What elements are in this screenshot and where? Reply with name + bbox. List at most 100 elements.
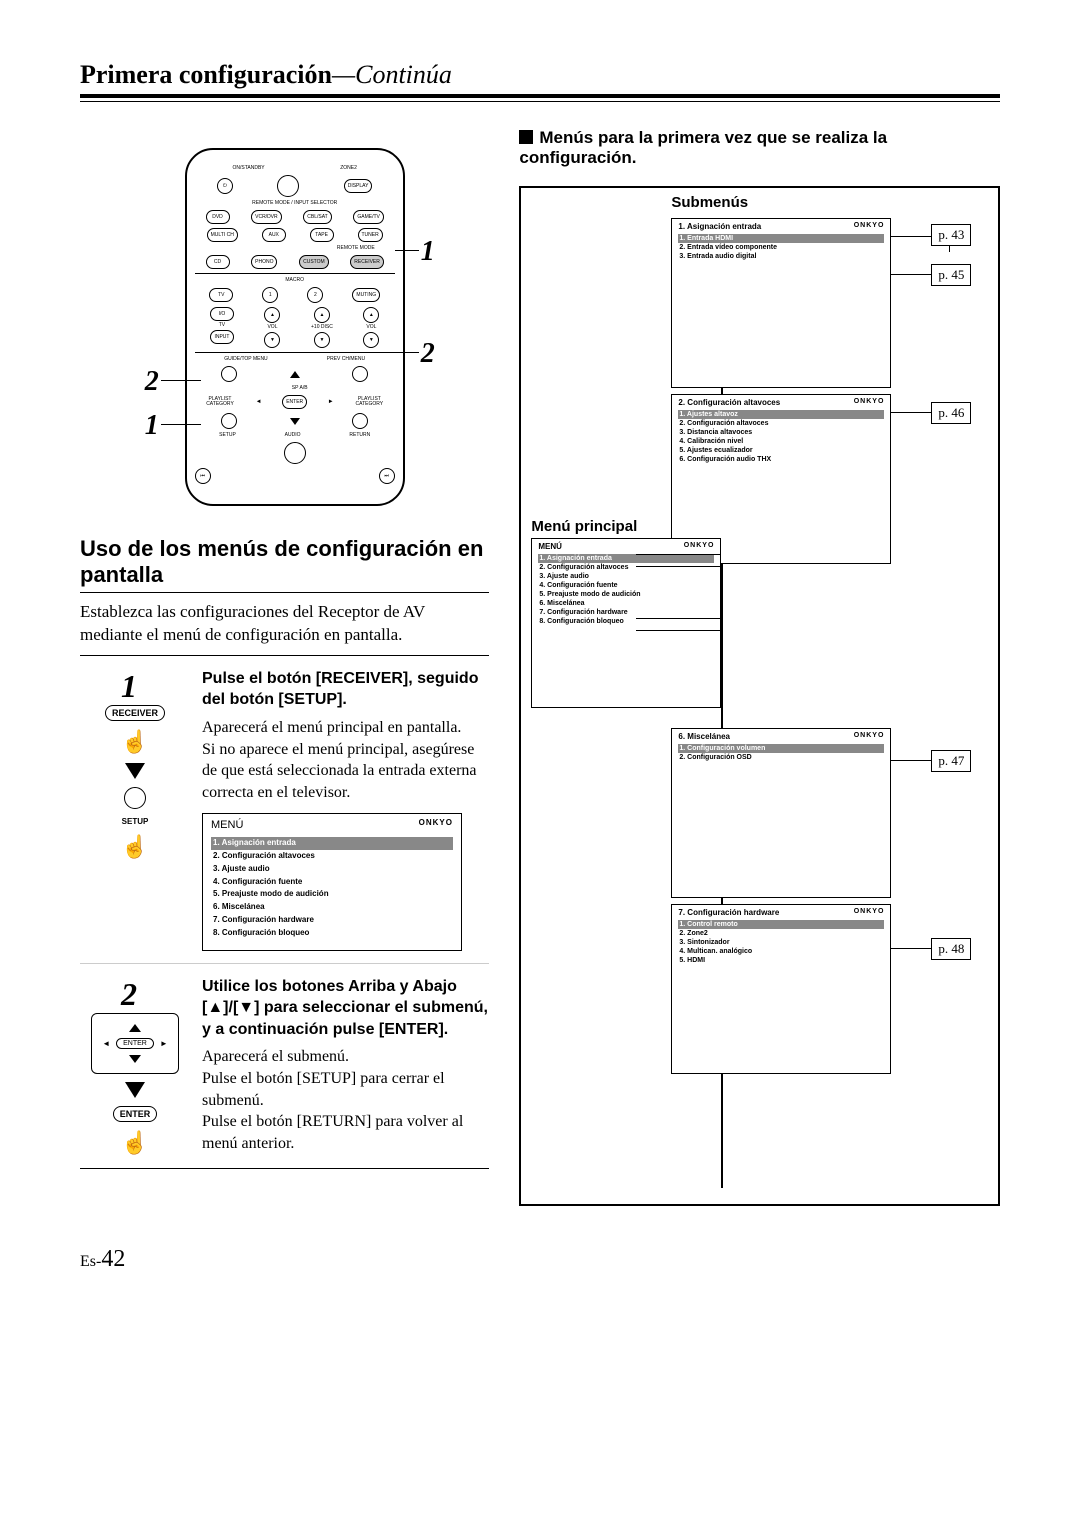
panel-item: 2. Entrada vídeo componente	[678, 243, 884, 252]
footer-prefix: Es-	[80, 1253, 101, 1270]
square-bullet-icon	[519, 130, 533, 144]
btn-muting: MUTING	[352, 288, 380, 302]
menu-item: 8. Configuración bloqueo	[211, 927, 453, 940]
btn-audio	[284, 442, 306, 464]
menu-item: 6. Miscelánea	[211, 901, 453, 914]
menu-list: 1. Asignación entrada 2. Configuración a…	[203, 835, 461, 949]
main-menu-item: 6. Miscelánea	[538, 599, 714, 608]
panel-item: 1. Control remoto	[678, 920, 884, 929]
btn-power: ⏻	[217, 178, 233, 194]
callout-right-1: 1	[421, 236, 435, 268]
arrow-up-icon	[290, 371, 300, 378]
panel-item: 1. Ajustes altavoz	[678, 410, 884, 419]
lbl-zone2: ZONE2	[340, 166, 357, 171]
menu-item: 4. Configuración fuente	[211, 876, 453, 889]
btn-return	[352, 413, 368, 429]
lbl-onstandby: ON/STANDBY	[232, 166, 264, 171]
btn-multi: MULTI CH	[207, 228, 238, 242]
arrow-down-icon	[290, 418, 300, 425]
panel-item: 2. Configuración altavoces	[678, 419, 884, 428]
receiver-pill: RECEIVER	[105, 705, 165, 721]
steps-table: 1 RECEIVER ☝ SETUP ☝ Pulse el botón [REC…	[80, 655, 489, 1169]
menu-logo: ONKYO	[419, 818, 453, 833]
menu-item: 5. Preajuste modo de audición	[211, 888, 453, 901]
step-2-body3: Pulse el botón [RETURN] para volver al m…	[202, 1111, 489, 1154]
btn-display: DISPLAY	[344, 179, 373, 193]
btn-aux: AUX	[262, 228, 286, 242]
btn-next-track: ⏭	[379, 468, 395, 484]
remote-outline: ON/STANDBY ZONE2 ⏻ DISPLAY REMOTE MODE / I…	[185, 148, 405, 506]
step-2: 2 ◄ENTER► ENTER ☝ Utilice los botones Ar…	[80, 964, 489, 1168]
btn-enter: ENTER	[282, 395, 307, 409]
btn-prevch	[352, 366, 368, 382]
left-column: 1 2 2 1 ON/STANDBY ZONE2 ⏻ DISPLAY REMOTE …	[80, 128, 489, 1206]
btn-disc-dn: ▼	[314, 332, 330, 348]
btn-vol-up: ▲	[363, 307, 379, 323]
panel-item: 2. Zone2	[678, 929, 884, 938]
section-title: Uso de los menús de configuración en pan…	[80, 536, 489, 593]
menu-item: 2. Configuración altavoces	[211, 850, 453, 863]
btn-2: 2	[307, 287, 323, 303]
btn-disc-up: ▲	[314, 307, 330, 323]
btn-game: GAME/TV	[353, 210, 384, 224]
main-menu-item: 7. Configuración hardware	[538, 608, 714, 617]
page-title-continued: —Continúa	[332, 60, 452, 89]
lbl-vol2: VOL	[366, 325, 376, 330]
lbl-disc: +10 DISC	[311, 325, 333, 330]
btn-ch-up: ▲	[264, 307, 280, 323]
lbl-guide: GUIDE/TOP MENU	[224, 357, 267, 362]
panel-item: 4. Multican. analógico	[678, 947, 884, 956]
panel-logo: ONKYO	[854, 222, 885, 231]
page-footer: Es-42	[80, 1246, 1000, 1273]
btn-zone2	[277, 175, 299, 197]
lbl-prev: PREV CH/MENU	[327, 357, 365, 362]
btn-tape: TAPE	[310, 228, 334, 242]
btn-ch-dn: ▼	[264, 332, 280, 348]
enter-pill: ENTER	[116, 1038, 154, 1049]
setup-label: SETUP	[122, 817, 149, 826]
btn-tuner: TUNER	[358, 228, 383, 242]
panel-item: 3. Entrada audio digital	[678, 252, 884, 261]
panel-asignacion-entrada: 1. Asignación entradaONKYO 1. Entrada HD…	[671, 218, 891, 388]
panel-logo: ONKYO	[854, 732, 885, 741]
lbl-selector: REMOTE MODE / INPUT SELECTOR	[195, 201, 395, 206]
main-menu-logo: ONKYO	[684, 542, 715, 551]
panel-title: 7. Configuración hardware	[678, 908, 779, 917]
panel-item: 4. Calibración nivel	[678, 437, 884, 446]
step-1-icons: RECEIVER ☝ SETUP ☝	[95, 705, 175, 860]
enter-cluster-icon: ◄ENTER►	[91, 1013, 179, 1074]
panel-item: 1. Configuración volumen	[678, 744, 884, 753]
remote-diagram: 1 2 2 1 ON/STANDBYZONE2 ⏻DISPLAY REMOTE …	[145, 148, 425, 506]
arrow-down-icon	[125, 763, 145, 779]
panel-miscelanea: 6. MisceláneaONKYO 1. Configuración volu…	[671, 728, 891, 898]
step-2-title: Utilice los botones Arriba y Abajo [▲]/[…	[202, 976, 489, 1041]
btn-1: 1	[262, 287, 278, 303]
lbl-playlist-l: PLAYLIST CATEGORY	[205, 397, 235, 407]
lbl-remotemode: REMOTE MODE	[195, 246, 395, 251]
triangle-up-icon	[129, 1024, 141, 1032]
panel-logo: ONKYO	[854, 908, 885, 917]
main-menu-item: 4. Configuración fuente	[538, 581, 714, 590]
menu-diagram: Submenús Menú principal 1. Asignación en…	[519, 186, 1000, 1206]
step-1-body1: Aparecerá el menú principal en pantalla.	[202, 717, 489, 739]
lbl-audio: AUDIO	[285, 433, 301, 438]
page-ref-48: p. 48	[931, 938, 971, 960]
step-1: 1 RECEIVER ☝ SETUP ☝ Pulse el botón [REC…	[80, 656, 489, 964]
step-2-body2: Pulse el botón [SETUP] para cerrar el su…	[202, 1068, 489, 1111]
panel-item: 2. Configuración OSD	[678, 753, 884, 762]
panel-title: 2. Configuración altavoces	[678, 398, 780, 407]
main-menu-item: 5. Preajuste modo de audición	[538, 590, 714, 599]
btn-dvd: DVD	[206, 210, 230, 224]
panel-main-menu: MENÚONKYO 1. Asignación entrada 2. Confi…	[531, 538, 721, 708]
main-menu-item: 1. Asignación entrada	[538, 554, 714, 563]
main-menu-item: 2. Configuración altavoces	[538, 563, 714, 572]
enter-pill-2: ENTER	[113, 1106, 158, 1122]
lbl-vol: VOL	[267, 325, 277, 330]
btn-vcr: VCR/DVR	[251, 210, 282, 224]
panel-item: 6. Configuración audio THX	[678, 455, 884, 464]
panel-item: 5. HDMI	[678, 956, 884, 965]
hand-icon-2: ☝	[121, 834, 148, 860]
btn-receiver: RECEIVER	[350, 255, 384, 269]
setup-circle-icon	[124, 787, 146, 809]
callout-right-2: 2	[421, 338, 435, 370]
